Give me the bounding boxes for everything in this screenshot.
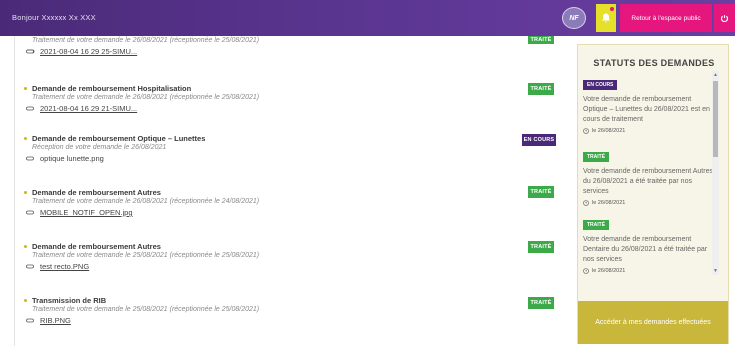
request-file[interactable]: 2021-08-04 16 29 25-SIMU... [26,47,562,56]
request-subtitle: Réception de votre demande le 26/08/2021 [32,144,167,151]
request-file[interactable]: 2021-08-04 16 29 21-SIMU... [26,104,562,113]
paperclip-icon [26,156,34,161]
bullet-icon [24,137,27,140]
paperclip-icon [26,49,35,54]
request-file[interactable]: MOBILE_NOTIF_OPEN.jpg [26,208,562,217]
status-badge: TRAITÉ [528,297,554,309]
back-to-public-button[interactable]: Retour à l'espace public [620,4,712,32]
bullet-icon [24,299,27,302]
notification-text: Votre demande de remboursement Dentaire … [583,236,708,263]
notifications-button[interactable] [596,4,616,32]
scroll-up-icon[interactable]: ▲ [712,71,719,79]
request-subtitle: Traitement de votre demande le 26/08/202… [32,94,260,101]
status-badge: EN COURS [583,80,618,90]
request-item: Demande de remboursement Autres Traiteme… [22,188,562,217]
panel-title: STATUTS DES DEMANDES [593,58,715,68]
view-all-requests-button[interactable]: Accéder à mes demandes effectuées [578,301,728,344]
notification-text: Votre demande de remboursement Optique –… [583,96,710,123]
bell-icon [602,13,610,23]
notification-text: Votre demande de remboursement Autres du… [583,168,713,195]
notification-item[interactable]: TRAITÉ Votre demande de remboursement Au… [583,145,715,206]
clock-icon [583,200,589,206]
notification-date: le 26/08/2021 [583,268,715,274]
clock-icon [583,268,589,274]
notification-dot [610,7,614,11]
status-badge: TRAITÉ [528,83,554,95]
panel-scrollbar[interactable]: ▲ ▼ [712,71,719,275]
status-badge: TRAITÉ [583,152,610,162]
timeline-line [14,36,15,346]
power-icon [720,14,729,22]
request-item: Demande de remboursement Autres Traiteme… [22,242,562,271]
file-link[interactable]: MOBILE_NOTIF_OPEN.jpg [40,208,133,217]
paperclip-icon [26,318,34,323]
bullet-icon [24,245,27,248]
file-link[interactable]: RIB.PNG [40,316,71,325]
request-subtitle: Traitement de votre demande le 25/08/202… [32,252,260,259]
request-subtitle: Traitement de votre demande le 26/08/202… [32,198,260,205]
status-badge: TRAITÉ [528,186,554,198]
request-file[interactable]: RIB.PNG [26,316,562,325]
file-link[interactable]: test recto.PNG [40,262,89,271]
request-title: Transmission de RIB [22,296,562,305]
request-file[interactable]: test recto.PNG [26,262,562,271]
request-item: Traitement de votre demande le 26/08/202… [22,37,562,56]
logout-button[interactable] [714,4,735,32]
status-panel: STATUTS DES DEMANDES EN COURS Votre dema… [577,44,729,344]
top-header: Bonjour Xxxxxx Xx XXX NF Retour à l'espa… [0,0,735,36]
status-badge: EN COURS [522,134,556,146]
file-link[interactable]: 2021-08-04 16 29 21-SIMU... [40,104,137,113]
file-link[interactable]: 2021-08-04 16 29 25-SIMU... [40,47,137,56]
notification-date: le 26/08/2021 [583,128,715,134]
notification-item[interactable]: TRAITÉ Votre demande de remboursement De… [583,213,715,274]
request-title: Demande de remboursement Hospitalisation [22,84,562,93]
request-title: Demande de remboursement Autres [22,188,562,197]
request-title: Demande de remboursement Autres [22,242,562,251]
paperclip-icon [26,210,34,215]
paperclip-icon [26,106,34,111]
greeting-text: Bonjour Xxxxxx Xx XXX [12,13,96,22]
notification-date: le 26/08/2021 [583,200,715,206]
status-badge: TRAITÉ [528,241,554,253]
clock-icon [583,128,589,134]
notifications-list[interactable]: EN COURS Votre demande de remboursement … [583,71,717,275]
request-subtitle: Traitement de votre demande le 25/08/202… [32,306,260,313]
paperclip-icon [26,264,34,269]
scroll-down-icon[interactable]: ▼ [712,267,719,275]
bullet-icon [24,191,27,194]
status-badge: TRAITÉ [528,36,554,44]
request-item: Demande de remboursement Optique – Lunet… [22,134,562,163]
file-link[interactable]: optique lunette.png [40,154,104,163]
request-item: Demande de remboursement Hospitalisation… [22,84,562,113]
request-subtitle: Traitement de votre demande le 26/08/202… [32,37,260,44]
status-badge: TRAITÉ [583,220,610,230]
request-file[interactable]: optique lunette.png [26,154,562,163]
request-title: Demande de remboursement Optique – Lunet… [22,134,562,143]
scroll-thumb[interactable] [713,81,718,157]
request-item: Transmission de RIB Traitement de votre … [22,296,562,325]
nf-logo: NF [562,7,586,29]
bullet-icon [24,87,27,90]
notification-item[interactable]: EN COURS Votre demande de remboursement … [583,73,715,134]
